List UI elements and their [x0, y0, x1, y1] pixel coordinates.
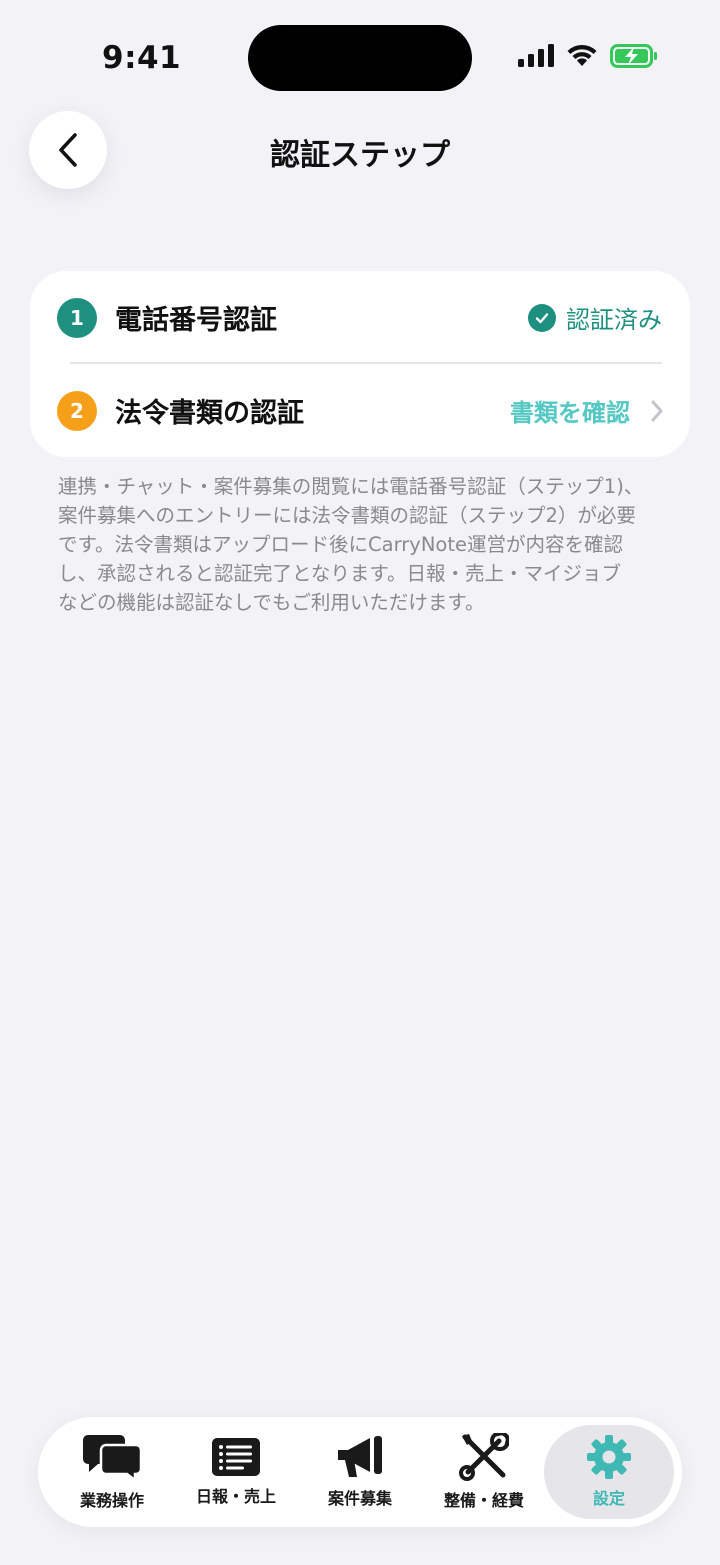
step-label: 法令書類の認証 [115, 398, 304, 429]
step-row-phone-verification: 1 電話番号認証 認証済み [30, 271, 690, 364]
tab-daily-report-sales[interactable]: 日報・売上 [174, 1425, 298, 1519]
description-line: です。法令書類はアップロード後にCarryNote運営が内容を確認 [58, 533, 624, 556]
verified-status: 認証済み [528, 300, 662, 335]
tools-icon [459, 1433, 509, 1481]
description-line: し、承認されると認証完了となります。日報・売上・マイジョブ [58, 562, 621, 585]
step-number-badge: 1 [57, 297, 97, 338]
page-title: 認証ステップ [270, 138, 450, 173]
tab-bar: 業務操作 日報・売上 案件募集 整備・経費 設定 [38, 1417, 682, 1527]
tab-settings[interactable]: 設定 [544, 1425, 674, 1519]
step-number-badge: 2 [57, 390, 97, 431]
description-line: 案件募集へのエントリーには法令書類の認証（ステップ2）が必要 [58, 504, 636, 527]
tab-label: 業務操作 [79, 1491, 144, 1510]
description-line: などの機能は認証なしでもご利用いただけます。 [58, 591, 485, 614]
check-documents-link[interactable]: 書類を確認 [510, 393, 664, 428]
wifi-icon [567, 44, 597, 66]
gear-icon [587, 1435, 631, 1479]
verification-description: 連携・チャット・案件募集の閲覧には電話番号認証（ステップ1)、 案件募集へのエン… [58, 472, 664, 617]
battery-charging-icon [610, 44, 657, 68]
status-icons [518, 44, 658, 68]
tab-label: 設定 [592, 1489, 625, 1508]
megaphone-icon [338, 1436, 382, 1477]
chat-bubbles-icon [83, 1435, 142, 1481]
status-bar: 9:41 [0, 0, 720, 110]
tab-maintenance-expenses[interactable]: 整備・経費 [422, 1425, 546, 1519]
verification-steps-card: 1 電話番号認証 認証済み 2 法令書類の認証 書類を確認 [30, 271, 690, 457]
tab-label: 整備・経費 [443, 1491, 524, 1510]
tab-job-recruitment[interactable]: 案件募集 [298, 1425, 422, 1519]
step-row-legal-documents[interactable]: 2 法令書類の認証 書類を確認 [30, 364, 690, 457]
check-documents-text: 書類を確認 [510, 399, 630, 427]
tab-business-operations[interactable]: 業務操作 [50, 1425, 174, 1519]
checkmark-circle-icon [528, 303, 556, 332]
status-time: 9:41 [102, 40, 182, 76]
description-line: 連携・チャット・案件募集の閲覧には電話番号認証（ステップ1)、 [58, 475, 644, 498]
step-label: 電話番号認証 [115, 305, 277, 336]
dynamic-island [248, 25, 472, 91]
list-icon [212, 1438, 260, 1476]
cellular-signal-icon [518, 44, 554, 67]
tab-label: 案件募集 [327, 1489, 392, 1508]
verified-status-text: 認証済み [566, 306, 662, 334]
chevron-right-icon [651, 400, 663, 421]
tab-label: 日報・売上 [195, 1487, 276, 1506]
